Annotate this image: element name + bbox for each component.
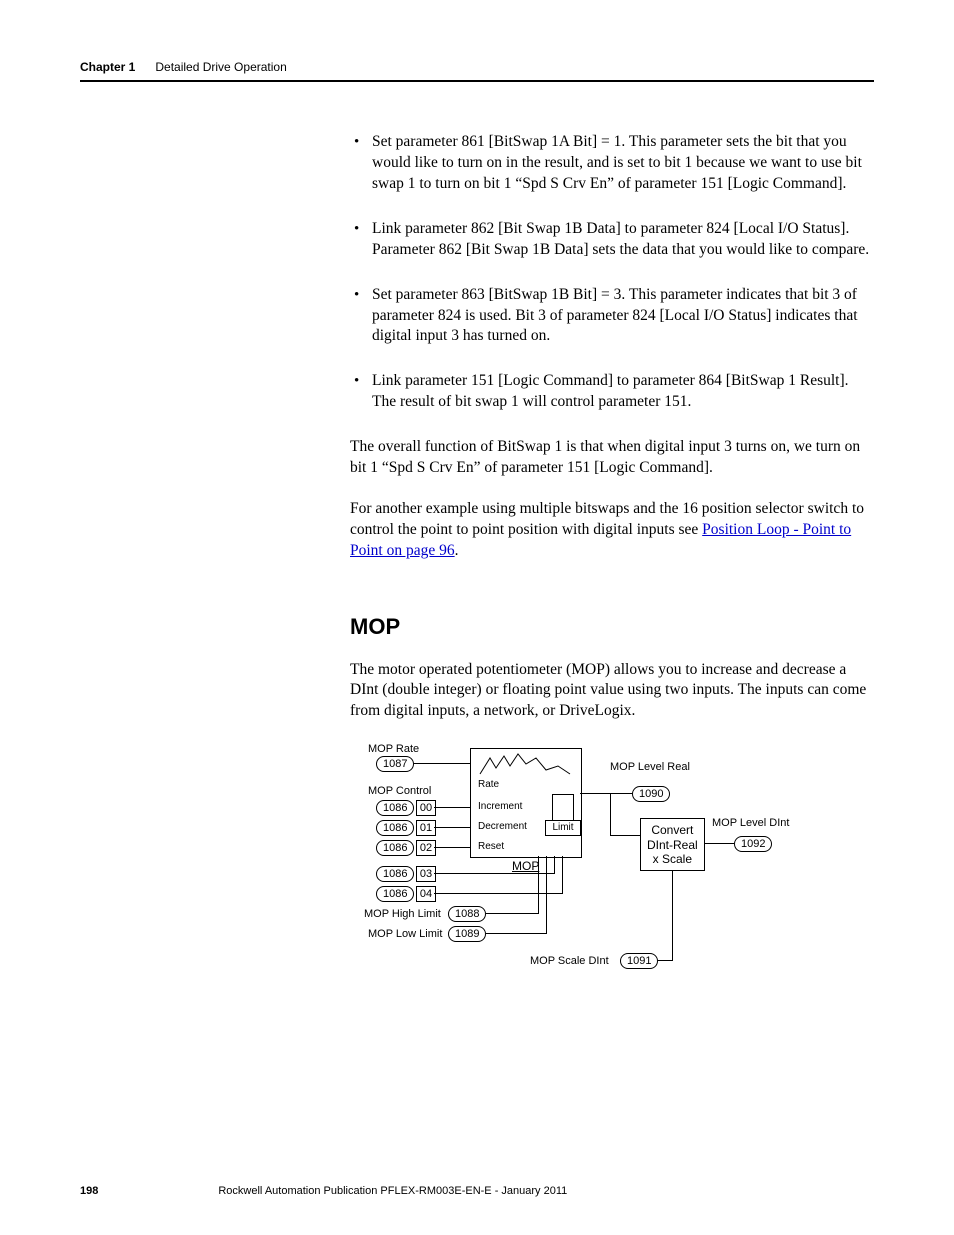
chapter-title: Detailed Drive Operation [155,60,286,74]
bit-box: 04 [416,886,436,902]
connector-line [562,856,563,894]
param-bubble: 1091 [620,953,658,969]
param-bubble: 1089 [448,926,486,942]
diagram-label-low-limit: MOP Low Limit [368,927,442,942]
publication-info: Rockwell Automation Publication PFLEX-RM… [218,1185,567,1197]
diagram-label-level-dint: MOP Level DInt [712,816,789,831]
small-label-reset: Reset [478,840,504,854]
param-bubble: 1092 [734,836,772,852]
bit-box: 02 [416,840,436,856]
bullet-item: Set parameter 861 [BitSwap 1A Bit] = 1. … [350,132,874,195]
param-bubble: 1086 [376,840,414,856]
bit-box: 03 [416,866,436,882]
page-footer: 198 Rockwell Automation Publication PFLE… [80,1185,874,1197]
mop-underline-label: MOP [512,858,539,874]
small-label-decrement: Decrement [478,820,527,834]
limit-box: Limit [545,820,581,836]
connector-line [610,793,611,835]
bullet-item: Link parameter 862 [Bit Swap 1B Data] to… [350,219,874,261]
diagram-label-mop-control: MOP Control [368,784,431,799]
connector-line [486,933,546,934]
paragraph: For another example using multiple bitsw… [350,499,874,562]
convert-box: Convert DInt-Real x Scale [640,818,705,871]
section-heading: MOP [350,612,874,642]
small-label-rate: Rate [478,778,499,792]
param-bubble: 1090 [632,786,670,802]
connector-line [580,793,632,794]
paragraph: The motor operated potentiometer (MOP) a… [350,660,874,723]
connector-line [672,870,673,961]
connector-line [434,873,554,874]
param-bubble: 1086 [376,866,414,882]
param-bubble: 1086 [376,800,414,816]
connector-line [610,835,640,836]
convert-line: DInt-Real [647,838,698,852]
content-area: Set parameter 861 [BitSwap 1A Bit] = 1. … [350,132,874,1022]
param-bubble: 1086 [376,886,414,902]
small-label-increment: Increment [478,800,522,814]
bit-box: 00 [416,800,436,816]
page-number: 198 [80,1185,98,1197]
bullet-item: Link parameter 151 [Logic Command] to pa… [350,371,874,413]
connector-line [414,763,470,764]
mop-diagram: MOP Rate 1087 MOP Control 1086 00 1086 0… [350,742,874,1022]
connector-line [538,856,539,914]
paragraph: The overall function of BitSwap 1 is tha… [350,437,874,479]
diagram-label-mop-rate: MOP Rate [368,742,419,757]
convert-line: x Scale [647,852,698,866]
diagram-label-scale-dint: MOP Scale DInt [530,954,609,969]
bit-box: 01 [416,820,436,836]
rate-curve-icon [476,748,576,778]
page-header: Chapter 1 Detailed Drive Operation [80,60,874,74]
diagram-label-high-limit: MOP High Limit [364,907,441,922]
param-bubble: 1086 [376,820,414,836]
diagram-label-level-real: MOP Level Real [610,760,690,775]
connector-line [434,807,470,808]
connector-line [546,856,547,934]
connector-line [434,827,470,828]
bullet-list: Set parameter 861 [BitSwap 1A Bit] = 1. … [350,132,874,413]
header-rule [80,80,874,82]
connector-line [658,960,672,961]
param-bubble: 1088 [448,906,486,922]
connector-line [704,843,734,844]
connector-line [434,893,562,894]
chapter-label: Chapter 1 [80,60,135,74]
connector-line [434,847,470,848]
param-bubble: 1087 [376,756,414,772]
convert-line: Convert [647,823,698,837]
connector-line [486,913,538,914]
bullet-item: Set parameter 863 [BitSwap 1B Bit] = 3. … [350,285,874,348]
paragraph-text: . [455,542,459,559]
connector-line [554,856,555,874]
